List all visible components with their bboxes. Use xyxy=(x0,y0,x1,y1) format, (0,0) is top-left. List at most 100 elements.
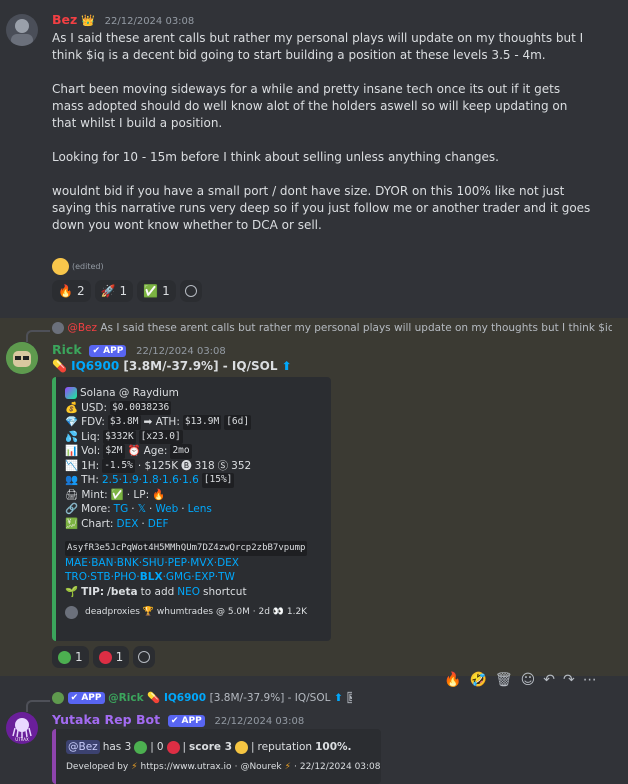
token-stats: [3.8M/-37.9%] xyxy=(123,359,219,373)
fdv-value: $3.8M xyxy=(107,415,141,430)
usd-label: USD: xyxy=(81,401,108,414)
rick-avatar[interactable] xyxy=(6,342,38,374)
rep-count: has 3 xyxy=(102,740,132,753)
reaction-count: 1 xyxy=(119,284,128,298)
rocket-icon: 🚀 xyxy=(100,284,116,298)
fire-icon: 🔥 xyxy=(152,488,166,501)
token-pair: - IQ/SOL xyxy=(222,359,278,373)
x-link[interactable]: 𝕏 xyxy=(138,502,146,517)
app-badge: ✔ APP xyxy=(89,345,127,357)
token-link[interactable]: IQ6900 xyxy=(71,359,119,373)
embed-chart: 💹 Chart: DEX · DEF xyxy=(65,517,169,532)
reply-text: As I said these arent calls but rather m… xyxy=(100,322,612,334)
h1-buys: 318 xyxy=(194,459,215,472)
platform-links[interactable]: ·GMG·EXP·TW xyxy=(163,570,235,585)
h1-sells: 352 xyxy=(231,459,252,472)
lens-link[interactable]: Lens xyxy=(188,502,212,517)
yutaka-avatar[interactable]: UTRAX xyxy=(6,712,38,744)
embed-fdv: 💎 FDV: $3.8M ➡ ATH: $13.9M [6d] xyxy=(65,415,323,430)
embed-liq: 💦 Liq: $332K [x23.0] xyxy=(65,429,323,444)
paragraph: As I said these arent calls but rather m… xyxy=(52,31,584,62)
bar-chart-icon: 📊 xyxy=(65,445,79,457)
separator: | xyxy=(150,740,154,753)
def-link[interactable]: DEF xyxy=(148,517,169,532)
message-rick: @Bez As I said these arent calls but rat… xyxy=(0,318,628,688)
liq-label: Liq: xyxy=(81,430,101,443)
bez-avatar-image xyxy=(11,19,33,46)
vol-label: Vol: xyxy=(81,445,101,457)
message-yutaka: ✔ APP @Rick 💊 IQ6900 [3.8M/-37.9%] - IQ/… xyxy=(0,676,628,784)
embed-links-1: MAE·BAN·BNK·SHU·PEP·MVX·DEX xyxy=(65,556,323,571)
embed-chain: Solana @ Raydium xyxy=(65,386,323,401)
reaction-red-circle[interactable]: 1 xyxy=(92,646,130,668)
token-address[interactable]: AsyfR3e5JcPqWot4H5MMhQUm7DZ4zwQrcp2zbB7v… xyxy=(65,541,308,556)
tip-command: /beta xyxy=(107,585,138,598)
chart-down-icon: 📉 xyxy=(65,459,79,472)
smiley-icon xyxy=(138,651,151,663)
tip-label: TIP: xyxy=(81,585,105,598)
reaction-fire[interactable]: 🔥 2 xyxy=(52,280,91,302)
separator: · xyxy=(234,762,238,772)
money-bag-icon: 💰 xyxy=(65,401,79,414)
check-icon: ✅ xyxy=(143,284,159,298)
reaction-check[interactable]: ✅ 1 xyxy=(137,280,176,302)
tg-link[interactable]: TG xyxy=(114,502,129,517)
reputation-value: 100%. xyxy=(315,740,352,753)
mention-user[interactable]: @Bez xyxy=(66,739,100,755)
reply-username: @Rick xyxy=(108,692,144,704)
green-circle-icon xyxy=(134,740,148,754)
reaction-count: 1 xyxy=(162,284,170,298)
web-link[interactable]: Web xyxy=(155,502,178,517)
blx-link[interactable]: BLX xyxy=(140,570,163,585)
image-icon: 🖼 xyxy=(347,692,352,704)
buys-icon: 🅑 xyxy=(181,459,192,472)
separator: · xyxy=(293,762,297,772)
ath-age: [6d] xyxy=(224,415,252,430)
rep-line-1: @Bez has 3 | 0 | score 3 | reputation 10… xyxy=(66,738,373,756)
dex-link[interactable]: DEX xyxy=(116,517,138,532)
green-circle-icon xyxy=(58,650,71,664)
rick-username[interactable]: Rick xyxy=(52,342,82,357)
reputation-embed: @Bez has 3 | 0 | score 3 | reputation 10… xyxy=(52,729,381,784)
lightning-icon: ⚡ xyxy=(131,762,138,772)
embed-footer: deadproxies 🏆 whumtrades @ 5.0M · 2d 👀 1… xyxy=(65,605,323,620)
red-circle-icon xyxy=(166,740,180,754)
bez-avatar[interactable] xyxy=(6,14,38,46)
droplets-icon: 💦 xyxy=(65,430,79,443)
score-value: score 3 xyxy=(189,740,232,753)
reaction-green-circle[interactable]: 1 xyxy=(52,646,89,668)
reply-preview[interactable]: ✔ APP @Rick 💊 IQ6900 [3.8M/-37.9%] - IQ/… xyxy=(52,691,352,704)
reply-token-link: IQ6900 xyxy=(163,692,207,704)
th-values[interactable]: 2.5·1.9·1.8·1.6·1.6 xyxy=(102,473,199,488)
age-value: 2mo xyxy=(170,444,192,459)
tip-text: to add xyxy=(140,585,175,598)
check-icon: ✅ xyxy=(110,488,124,501)
edited-label: (edited) xyxy=(72,262,104,271)
message-bez: Bez 👑 22/12/2024 03:08 As I said these a… xyxy=(0,0,628,318)
neo-link[interactable]: NEO xyxy=(177,585,200,600)
mint-label: Mint: xyxy=(81,488,108,501)
platform-links[interactable]: MAE·BAN·BNK·SHU·PEP·MVX·DEX xyxy=(65,556,239,571)
reply-preview[interactable]: @Bez As I said these arent calls but rat… xyxy=(52,322,612,334)
chart-icon: 💹 xyxy=(65,517,79,530)
sells-icon: Ⓢ xyxy=(217,459,229,472)
yutaka-username[interactable]: Yutaka Rep Bot xyxy=(52,712,160,727)
bez-reactions: 🔥 2 🚀 1 ✅ 1 xyxy=(52,280,202,302)
add-reaction-button[interactable] xyxy=(179,280,202,302)
add-reaction-button[interactable] xyxy=(133,646,156,668)
reply-avatar xyxy=(52,692,64,704)
lightning-icon: ⚡ xyxy=(284,762,291,772)
bez-username[interactable]: Bez xyxy=(52,12,77,27)
platform-links[interactable]: TRO·STB·PHO· xyxy=(65,570,140,585)
h1-change: -1.5% xyxy=(102,458,135,473)
crown-icon: 👑 xyxy=(81,14,95,27)
reaction-rocket[interactable]: 🚀 1 xyxy=(94,280,134,302)
chart-label: Chart: xyxy=(81,517,114,530)
separator: | xyxy=(182,740,187,753)
holders-icon: 👥 xyxy=(65,474,79,486)
dev-url[interactable]: https://www.utrax.io xyxy=(141,760,232,775)
tip-text: shortcut xyxy=(203,585,247,598)
developed-by-label: Developed by xyxy=(66,762,129,772)
embed-address: AsyfR3e5JcPqWot4H5MMhQUm7DZ4zwQrcp2zbB7v… xyxy=(65,541,323,556)
rep-line-2: Developed by ⚡ https://www.utrax.io · @N… xyxy=(66,760,381,775)
